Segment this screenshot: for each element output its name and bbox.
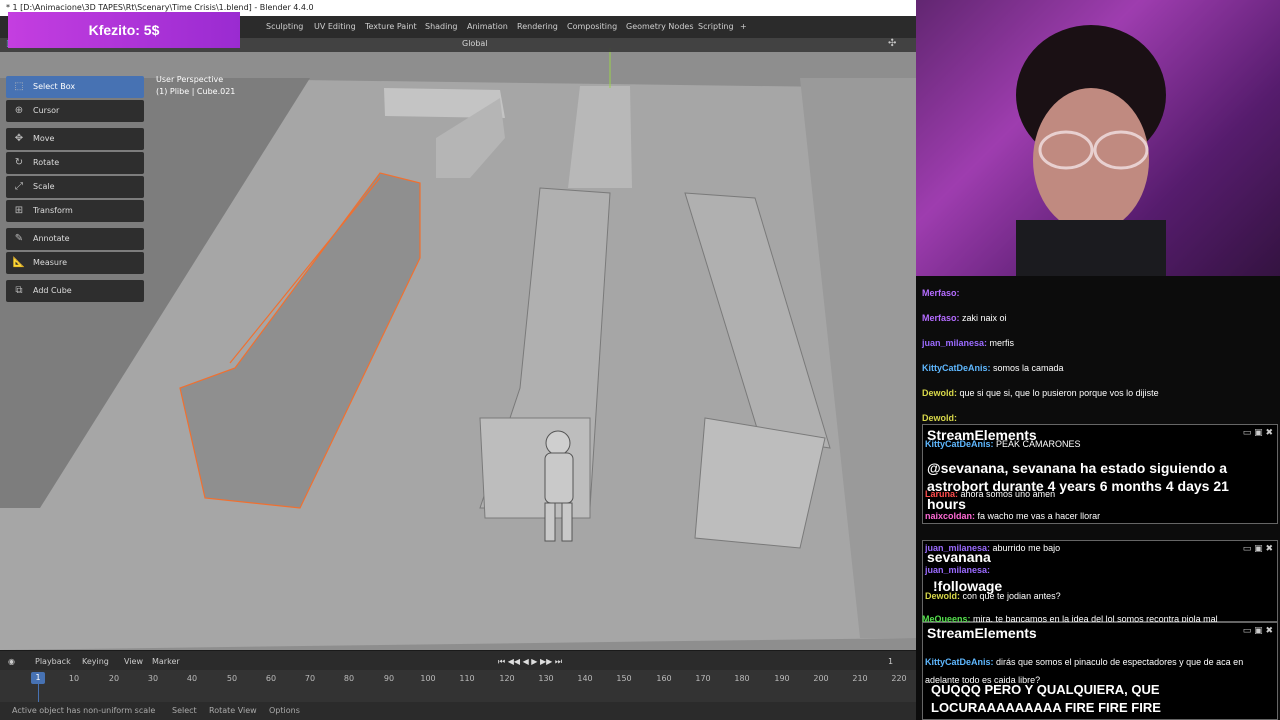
hint-select: Select <box>172 706 197 715</box>
tick-label: 90 <box>383 674 395 683</box>
viewport-info: User Perspective (1) Plibe | Cube.021 <box>156 74 235 98</box>
tool-measure[interactable]: 📐 Measure <box>6 252 144 274</box>
streamer-image <box>916 0 1280 276</box>
view-name: User Perspective <box>156 75 224 84</box>
hint-options: Options <box>269 706 300 715</box>
chat-message: Dewold: que si que si, que lo pusieron p… <box>922 388 1159 398</box>
tool-cursor[interactable]: ⊕ Cursor <box>6 100 144 122</box>
tick-label: 40 <box>186 674 198 683</box>
chat-message: Laruna: ahora somos uno amen <box>925 489 1056 499</box>
alert-box: juan_milanesa: aburrido me bajo sevanana… <box>922 540 1278 622</box>
timeline-header: ◉ Playback Keying View Marker ⏮ ◀◀ ◀ ▶ ▶… <box>0 650 916 671</box>
gizmo-icon[interactable]: ✣ <box>888 38 896 49</box>
tick-label: 20 <box>108 674 120 683</box>
window-buttons[interactable]: ▭ ▣ ✖ <box>1243 544 1273 554</box>
tick-label: 170 <box>695 674 711 683</box>
tick-label: 10 <box>68 674 80 683</box>
add-workspace-button[interactable]: + <box>740 20 747 34</box>
playback-controls[interactable]: ⏮ ◀◀ ◀ ▶ ▶▶ ⏭ <box>498 657 562 667</box>
tool-annotate[interactable]: ✎ Annotate <box>6 228 144 250</box>
transform-icon: ⊞ <box>14 205 24 216</box>
hint-rotate-view: Rotate View <box>209 706 257 715</box>
chat-message: naixcoldan: fa wacho me vas a hacer llor… <box>925 511 1101 521</box>
tick-label: 120 <box>499 674 515 683</box>
tab-compositing[interactable]: Compositing <box>567 20 617 34</box>
tick-label: 220 <box>891 674 907 683</box>
chat-message: KittyCatDeAnis: somos la camada <box>922 363 1064 373</box>
alert-body: QUQQQ PERO Y QUALQUIERA, QUE LOCURAAAAAA… <box>931 682 1161 715</box>
chat-message: KittyCatDeAnis: dirás que somos el pinac… <box>925 657 1244 667</box>
tick-label: 100 <box>420 674 436 683</box>
menu-playback[interactable]: Playback <box>35 657 71 666</box>
window-buttons[interactable]: ▭ ▣ ✖ <box>1243 626 1273 636</box>
status-bar: Active object has non-uniform scale Sele… <box>0 702 916 720</box>
tick-label: 80 <box>343 674 355 683</box>
alert-box: StreamElements ▭ ▣ ✖ @sevanana, sevanana… <box>922 424 1278 524</box>
tick-label: 190 <box>774 674 790 683</box>
webcam-feed <box>916 0 1280 276</box>
chat-message: KittyCatDeAnis: PEAK CAMARONES <box>925 439 1081 449</box>
editor-type-icon[interactable]: ◉ <box>8 657 15 666</box>
menu-keying[interactable]: Keying <box>82 657 109 666</box>
tick-label: 140 <box>577 674 593 683</box>
playhead-line <box>38 684 39 702</box>
tick-label: 60 <box>265 674 277 683</box>
tick-label: 160 <box>656 674 672 683</box>
tab-texture-paint[interactable]: Texture Paint <box>365 20 417 34</box>
tab-sculpting[interactable]: Sculpting <box>266 20 303 34</box>
tick-label: 110 <box>459 674 475 683</box>
window-buttons[interactable]: ▭ ▣ ✖ <box>1243 428 1273 438</box>
annotate-icon: ✎ <box>14 233 24 244</box>
tool-rotate[interactable]: ↻ Rotate <box>6 152 144 174</box>
chat-message: Merfaso: <box>922 288 960 298</box>
tool-add-cube[interactable]: ⧉ Add Cube <box>6 280 144 302</box>
tick-label: 180 <box>734 674 750 683</box>
tick-label: 150 <box>616 674 632 683</box>
chat-message: Dewold: con que te jodian antes? <box>925 591 1061 601</box>
tab-animation[interactable]: Animation <box>467 20 508 34</box>
tick-label: 50 <box>226 674 238 683</box>
playhead[interactable]: 1 <box>31 672 45 684</box>
tool-select-box[interactable]: ⬚ Select Box <box>6 76 144 98</box>
donation-banner: Kfezito: 5$ <box>8 12 240 48</box>
chat-message: juan_milanesa: <box>925 565 991 575</box>
alert-title: StreamElements <box>927 625 1037 641</box>
tab-geometry-nodes[interactable]: Geometry Nodes <box>626 20 693 34</box>
measure-icon: 📐 <box>12 257 26 268</box>
cursor-icon: ⊕ <box>14 105 24 116</box>
status-message: Active object has non-uniform scale <box>12 706 156 715</box>
tick-label: 200 <box>813 674 829 683</box>
alert-box: StreamElements ▭ ▣ ✖ KittyCatDeAnis: dir… <box>922 622 1278 720</box>
tool-scale[interactable]: ⤢ Scale <box>6 176 144 198</box>
tick-label: 70 <box>304 674 316 683</box>
scale-icon: ⤢ <box>15 181 23 192</box>
tab-shading[interactable]: Shading <box>425 20 458 34</box>
tick-label: 130 <box>538 674 554 683</box>
stream-chat: Merfaso: Merfaso: zaki naix oi juan_mila… <box>916 276 1280 720</box>
tick-label: 30 <box>147 674 159 683</box>
timeline[interactable]: 1 10 20 30 40 50 60 70 80 90 100 110 120… <box>0 670 916 702</box>
tick-label: 210 <box>852 674 868 683</box>
alert-body: @sevanana, sevanana ha estado siguiendo … <box>927 460 1229 512</box>
transform-orientation-dropdown[interactable]: Global <box>462 39 488 48</box>
active-object: (1) Plibe | Cube.021 <box>156 87 236 96</box>
chat-message: Merfaso: zaki naix oi <box>922 313 1007 323</box>
menu-view[interactable]: View <box>124 657 143 666</box>
select-box-icon: ⬚ <box>14 81 24 92</box>
rotate-icon: ↻ <box>14 157 24 168</box>
tab-scripting[interactable]: Scripting <box>698 20 734 34</box>
tab-uv-editing[interactable]: UV Editing <box>314 20 356 34</box>
chat-message: juan_milanesa: merfis <box>922 338 1015 348</box>
tab-rendering[interactable]: Rendering <box>517 20 558 34</box>
alert-title: sevanana <box>927 549 991 565</box>
menu-marker[interactable]: Marker <box>152 657 180 666</box>
add-cube-icon: ⧉ <box>15 285 23 296</box>
move-icon: ✥ <box>14 133 24 144</box>
tool-move[interactable]: ✥ Move <box>6 128 144 150</box>
tool-transform[interactable]: ⊞ Transform <box>6 200 144 222</box>
chat-message: Dewold: <box>922 413 957 423</box>
current-frame-field[interactable]: 1 <box>888 657 893 666</box>
